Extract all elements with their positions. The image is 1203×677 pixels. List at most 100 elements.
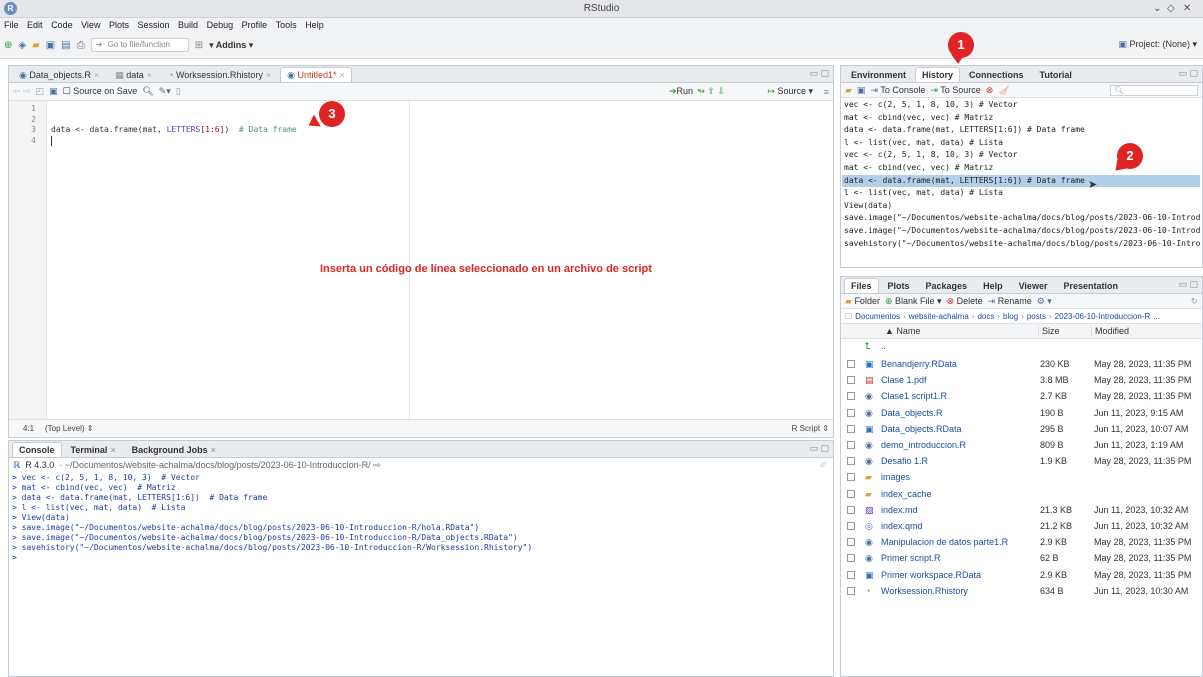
crumb-website[interactable]: website-achalma: [909, 312, 969, 321]
source-on-save-checkbox[interactable]: ☐ Source on Save: [63, 86, 138, 97]
tab-packages[interactable]: Packages: [919, 278, 975, 293]
file-name[interactable]: Benandjerry.RData: [881, 356, 957, 372]
refresh-icon[interactable]: ↻: [1190, 296, 1198, 307]
file-checkbox[interactable]: [847, 570, 855, 579]
col-modified[interactable]: Modified: [1091, 326, 1129, 336]
tab-viewer[interactable]: Viewer: [1012, 278, 1055, 293]
file-name[interactable]: Data_objects.RData: [881, 421, 962, 437]
crumb-blog[interactable]: blog: [1003, 312, 1018, 321]
tab-tutorial[interactable]: Tutorial: [1033, 67, 1079, 82]
minimize-icon[interactable]: ⌄: [1153, 3, 1161, 14]
menu-edit[interactable]: Edit: [27, 18, 43, 32]
crumb-documentos[interactable]: Documentos: [855, 312, 900, 321]
file-row[interactable]: ◎ index.qmd 21.2 KB Jun 11, 2023, 10:32 AM: [841, 518, 1202, 534]
history-entry[interactable]: View(data): [842, 200, 1200, 212]
addins-button[interactable]: ▾ Addins ▾: [209, 40, 253, 51]
find-icon[interactable]: 🔍︎: [142, 86, 153, 97]
close-icon[interactable]: ✕: [1183, 3, 1191, 14]
to-source-button[interactable]: ⇥ To Source: [930, 85, 980, 96]
tab-help[interactable]: Help: [976, 278, 1010, 293]
crumb-posts[interactable]: posts: [1027, 312, 1046, 321]
blank-file-button[interactable]: ⊕ Blank File ▾: [885, 296, 942, 307]
file-checkbox[interactable]: [847, 441, 855, 449]
file-row[interactable]: ▰ images: [841, 469, 1202, 485]
file-row[interactable]: ◉ Primer script.R 62 B May 28, 2023, 11:35 …: [841, 550, 1202, 566]
crumb-current[interactable]: 2023-06-10-Introduccion-R: [1055, 312, 1151, 321]
history-entry[interactable]: l <- list(vec, mat, data) # Lista: [842, 137, 1200, 149]
tab-presentation[interactable]: Presentation: [1056, 278, 1125, 293]
history-minmax-icon[interactable]: ▭ ▢: [1178, 68, 1198, 79]
file-checkbox[interactable]: [847, 505, 855, 514]
clear-history-icon[interactable]: 🧹︎: [998, 85, 1009, 96]
editor-save-icon[interactable]: ▣: [49, 86, 58, 97]
col-size[interactable]: Size: [1038, 326, 1060, 336]
scope-selector[interactable]: (Top Level) ⇕: [45, 424, 94, 433]
menu-debug[interactable]: Debug: [207, 18, 234, 32]
file-checkbox[interactable]: [847, 392, 855, 401]
file-name[interactable]: index.md: [881, 502, 918, 518]
rename-button[interactable]: ⇥ Rename: [988, 296, 1032, 307]
parent-dir-row[interactable]: ⮤ ..: [841, 338, 1202, 354]
history-entry[interactable]: data <- data.frame(mat, LETTERS[1:6]) # …: [842, 124, 1200, 136]
outline-icon[interactable]: ≡: [824, 87, 829, 97]
file-row[interactable]: ▤ Clase 1.pdf 3.8 MB May 28, 2023, 11:35 PM: [841, 372, 1202, 388]
file-name[interactable]: index_cache: [881, 486, 932, 502]
file-name[interactable]: index.qmd: [881, 518, 923, 534]
print-icon[interactable]: ⎙: [77, 40, 85, 51]
clear-console-icon[interactable]: ✐: [819, 460, 827, 471]
menu-file[interactable]: File: [4, 18, 19, 32]
files-minmax-icon[interactable]: ▭ ▢: [1178, 279, 1198, 290]
history-entry[interactable]: l <- list(vec, mat, data) # Lista: [842, 187, 1200, 199]
back-icon[interactable]: ⇦ ⇨: [13, 86, 31, 97]
code-line[interactable]: data <- data.frame(mat, LETTERS[1:6]) # …: [51, 125, 297, 134]
file-name[interactable]: Worksession.Rhistory: [881, 583, 968, 599]
history-entry[interactable]: mat <- cbind(vec, vec) # Matriz: [842, 112, 1200, 124]
file-name[interactable]: Clase1 script1.R: [881, 388, 947, 404]
history-entry[interactable]: save.image("~/Documentos/website-achalma…: [842, 212, 1200, 224]
file-checkbox[interactable]: [847, 522, 855, 530]
tab-files[interactable]: Files: [844, 278, 879, 293]
file-name[interactable]: Data_objects.R: [881, 405, 943, 421]
open-file-icon[interactable]: ▰: [32, 40, 40, 51]
rerun-icon[interactable]: ↬ ⇧ ⇩: [697, 86, 725, 97]
tab-data[interactable]: ▦ data ×: [108, 67, 159, 82]
file-row[interactable]: ▰ index_cache: [841, 486, 1202, 502]
tab-plots[interactable]: Plots: [881, 278, 917, 293]
file-checkbox[interactable]: [847, 457, 855, 466]
file-row[interactable]: ▣ Primer workspace.RData 2.9 KB May 28, 202…: [841, 567, 1202, 583]
source-button[interactable]: ↦ Source ▾: [767, 86, 813, 97]
tab-console[interactable]: Console: [12, 442, 62, 457]
new-file-icon[interactable]: ⊕: [4, 40, 12, 51]
maximize-icon[interactable]: ◇: [1167, 3, 1175, 14]
file-name[interactable]: Manipulacion de datos parte1.R: [881, 534, 1008, 550]
save-all-icon[interactable]: ▤: [61, 40, 70, 51]
crumb-docs[interactable]: docs: [977, 312, 994, 321]
history-entry[interactable]: mat <- cbind(vec, vec) # Matriz: [842, 162, 1200, 174]
new-folder-button[interactable]: ▰ Folder: [845, 296, 880, 307]
more-gear-icon[interactable]: ⚙ ▾: [1037, 296, 1052, 307]
menu-tools[interactable]: Tools: [276, 18, 297, 32]
tab-terminal[interactable]: Terminal ×: [64, 442, 123, 457]
tab-worksession[interactable]: ◔ Worksession.Rhistory ×: [161, 67, 278, 82]
file-checkbox[interactable]: [847, 424, 855, 433]
notebook-icon[interactable]: ▯: [176, 86, 181, 97]
file-name[interactable]: images: [881, 469, 910, 485]
file-name[interactable]: demo_introduccion.R: [881, 437, 966, 453]
history-entry[interactable]: save.image("~/Documentos/website-achalma…: [842, 225, 1200, 237]
file-name[interactable]: Primer workspace.RData: [881, 567, 981, 583]
file-row[interactable]: ◉ Data_objects.R 190 B Jun 11, 2023, 9:15 A…: [841, 405, 1202, 421]
load-history-icon[interactable]: ▰: [845, 85, 852, 96]
file-name[interactable]: Clase 1.pdf: [881, 372, 927, 388]
file-name[interactable]: Desafio 1.R: [881, 453, 928, 469]
tab-environment[interactable]: Environment: [844, 67, 913, 82]
file-checkbox[interactable]: [847, 376, 855, 385]
console-minmax-icon[interactable]: ▭ ▢: [809, 443, 829, 454]
file-type-selector[interactable]: R Script ⇕: [792, 424, 829, 433]
crumb-more[interactable]: ...: [1153, 312, 1160, 321]
history-entry[interactable]: savehistory("~/Documentos/website-achalm…: [842, 238, 1200, 250]
menu-profile[interactable]: Profile: [242, 18, 268, 32]
file-checkbox[interactable]: [847, 489, 855, 498]
home-icon[interactable]: ☐: [845, 312, 852, 321]
file-row[interactable]: ▧ index.md 21.3 KB Jun 11, 2023, 10:32 AM: [841, 502, 1202, 518]
file-checkbox[interactable]: [847, 554, 855, 563]
